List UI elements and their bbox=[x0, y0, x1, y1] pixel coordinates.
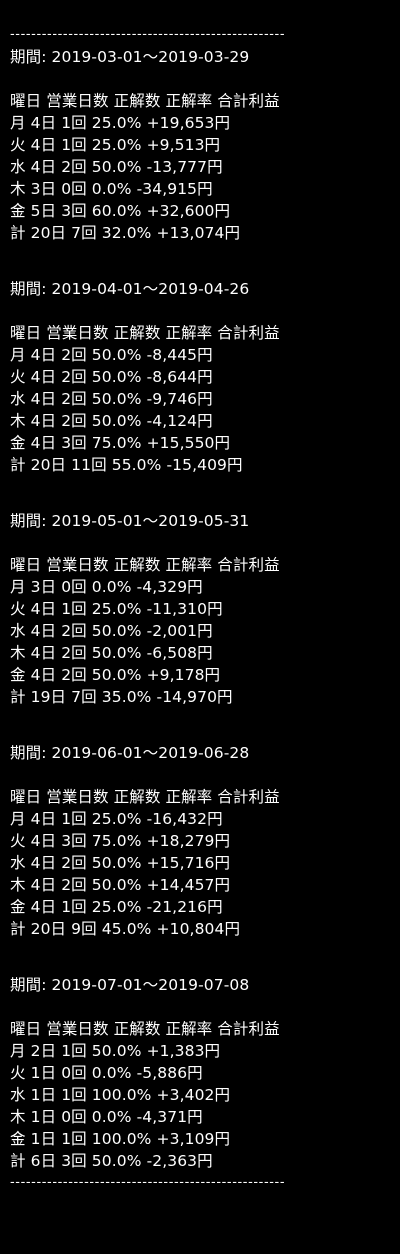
table-row: 火 4日 1回 25.0% -11,310円 bbox=[10, 600, 223, 618]
period-block-5: 期間: 2019-07-01〜2019-07-08 曜日 営業日数 正解数 正解… bbox=[10, 974, 395, 1172]
period-block-4: 期間: 2019-06-01〜2019-06-28 曜日 営業日数 正解数 正解… bbox=[10, 742, 395, 940]
period-title: 期間: 2019-07-01〜2019-07-08 bbox=[10, 976, 250, 994]
table-header: 曜日 営業日数 正解数 正解率 合計利益 bbox=[10, 556, 280, 574]
table-row: 月 2日 1回 50.0% +1,383円 bbox=[10, 1042, 221, 1060]
table-total-row: 計 20日 11回 55.0% -15,409円 bbox=[10, 456, 243, 474]
table-row: 木 4日 2回 50.0% +14,457円 bbox=[10, 876, 231, 894]
table-row: 水 4日 2回 50.0% +15,716円 bbox=[10, 854, 231, 872]
table-row: 水 1日 1回 100.0% +3,402円 bbox=[10, 1086, 231, 1104]
table-header: 曜日 営業日数 正解数 正解率 合計利益 bbox=[10, 1020, 280, 1038]
performance-report: ----------------------------------------… bbox=[10, 24, 395, 1194]
top-divider: ----------------------------------------… bbox=[10, 27, 286, 42]
table-total-row: 計 20日 7回 32.0% +13,074円 bbox=[10, 224, 241, 242]
table-row: 金 4日 3回 75.0% +15,550円 bbox=[10, 434, 231, 452]
table-total-row: 計 6日 3回 50.0% -2,363円 bbox=[10, 1152, 213, 1170]
table-row: 金 5日 3回 60.0% +32,600円 bbox=[10, 202, 231, 220]
table-row: 火 4日 2回 50.0% -8,644円 bbox=[10, 368, 213, 386]
period-title: 期間: 2019-04-01〜2019-04-26 bbox=[10, 280, 250, 298]
bottom-divider: ----------------------------------------… bbox=[10, 1175, 286, 1190]
table-row: 木 4日 2回 50.0% -4,124円 bbox=[10, 412, 213, 430]
period-title: 期間: 2019-06-01〜2019-06-28 bbox=[10, 744, 250, 762]
table-row: 水 4日 2回 50.0% -2,001円 bbox=[10, 622, 213, 640]
table-header: 曜日 営業日数 正解数 正解率 合計利益 bbox=[10, 788, 280, 806]
table-row: 木 4日 2回 50.0% -6,508円 bbox=[10, 644, 213, 662]
table-row: 金 1日 1回 100.0% +3,109円 bbox=[10, 1130, 231, 1148]
period-title: 期間: 2019-05-01〜2019-05-31 bbox=[10, 512, 250, 530]
table-row: 月 4日 1回 25.0% +19,653円 bbox=[10, 114, 231, 132]
table-row: 木 3日 0回 0.0% -34,915円 bbox=[10, 180, 213, 198]
period-block-3: 期間: 2019-05-01〜2019-05-31 曜日 営業日数 正解数 正解… bbox=[10, 510, 395, 708]
table-row: 月 4日 2回 50.0% -8,445円 bbox=[10, 346, 213, 364]
table-header: 曜日 営業日数 正解数 正解率 合計利益 bbox=[10, 324, 280, 342]
table-row: 火 4日 3回 75.0% +18,279円 bbox=[10, 832, 231, 850]
table-row: 木 1日 0回 0.0% -4,371円 bbox=[10, 1108, 203, 1126]
table-row: 金 4日 1回 25.0% -21,216円 bbox=[10, 898, 223, 916]
table-total-row: 計 19日 7回 35.0% -14,970円 bbox=[10, 688, 233, 706]
period-title: 期間: 2019-03-01〜2019-03-29 bbox=[10, 48, 250, 66]
table-row: 月 4日 1回 25.0% -16,432円 bbox=[10, 810, 223, 828]
table-row: 水 4日 2回 50.0% -9,746円 bbox=[10, 390, 213, 408]
period-block-2: 期間: 2019-04-01〜2019-04-26 曜日 営業日数 正解数 正解… bbox=[10, 278, 395, 476]
period-block-1: 期間: 2019-03-01〜2019-03-29 曜日 営業日数 正解数 正解… bbox=[10, 46, 395, 244]
table-row: 火 4日 1回 25.0% +9,513円 bbox=[10, 136, 221, 154]
table-total-row: 計 20日 9回 45.0% +10,804円 bbox=[10, 920, 241, 938]
table-header: 曜日 営業日数 正解数 正解率 合計利益 bbox=[10, 92, 280, 110]
table-row: 月 3日 0回 0.0% -4,329円 bbox=[10, 578, 203, 596]
table-row: 水 4日 2回 50.0% -13,777円 bbox=[10, 158, 223, 176]
table-row: 火 1日 0回 0.0% -5,886円 bbox=[10, 1064, 203, 1082]
table-row: 金 4日 2回 50.0% +9,178円 bbox=[10, 666, 221, 684]
